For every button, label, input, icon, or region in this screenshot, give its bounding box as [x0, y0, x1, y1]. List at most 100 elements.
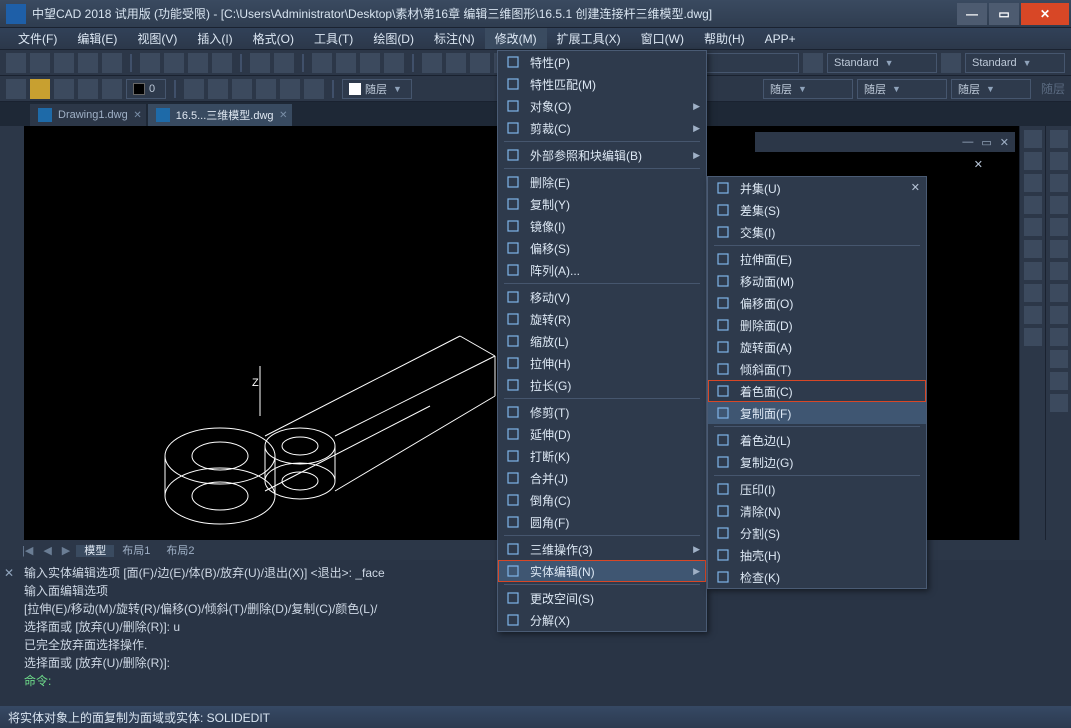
cut-icon[interactable] [140, 53, 160, 73]
rb11-icon[interactable] [1050, 350, 1068, 368]
menu-item[interactable]: 三维操作(3)▶ [498, 538, 706, 560]
menu-item[interactable]: 倒角(C) [498, 489, 706, 511]
menu-item[interactable]: 延伸(D) [498, 423, 706, 445]
palette-min-icon[interactable]: — [962, 136, 973, 148]
palette-close-icon[interactable]: ✕ [1000, 136, 1009, 149]
dim-icon[interactable] [803, 53, 823, 73]
close-button[interactable]: ✕ [1021, 3, 1069, 25]
redo-icon[interactable] [274, 53, 294, 73]
plotstyle-combo[interactable]: 随层▼ [951, 79, 1031, 99]
layerlock-icon[interactable] [78, 79, 98, 99]
menu-item[interactable]: 删除(E) [498, 171, 706, 193]
menu-item[interactable]: 并集(U) [708, 177, 926, 199]
layer0-combo[interactable]: 0 [126, 79, 166, 99]
zoom-icon[interactable] [336, 53, 356, 73]
ly5-icon[interactable] [280, 79, 300, 99]
menu-item[interactable]: 着色边(L) [708, 429, 926, 451]
rt4-icon[interactable] [1024, 196, 1042, 214]
menu-item[interactable]: 复制边(G) [708, 451, 926, 473]
menu-item[interactable]: 分割(S) [708, 522, 926, 544]
rb7-icon[interactable] [1050, 262, 1068, 280]
menu-item[interactable]: 倾斜面(T) [708, 358, 926, 380]
menu-item[interactable]: 对象(O)▶ [498, 95, 706, 117]
menu-格式(O)[interactable]: 格式(O) [243, 28, 304, 49]
paste-icon[interactable] [188, 53, 208, 73]
menu-item[interactable]: 抽壳(H) [708, 544, 926, 566]
rb13-icon[interactable] [1050, 394, 1068, 412]
menu-绘图(D)[interactable]: 绘图(D) [363, 28, 424, 49]
menu-item[interactable]: 检查(K) [708, 566, 926, 588]
menu-item[interactable]: 旋转(R) [498, 308, 706, 330]
menu-item[interactable]: 复制面(F) [708, 402, 926, 424]
lweight-combo[interactable]: 随层▼ [857, 79, 947, 99]
rb2-icon[interactable] [1050, 152, 1068, 170]
open-icon[interactable] [30, 53, 50, 73]
rt5-icon[interactable] [1024, 218, 1042, 236]
textstyle-combo[interactable]: Standard▼ [827, 53, 937, 73]
matchprop-icon[interactable] [212, 53, 232, 73]
palette-max-icon[interactable]: ▭ [981, 136, 991, 149]
rb12-icon[interactable] [1050, 372, 1068, 390]
rt1-icon[interactable] [1024, 130, 1042, 148]
menu-item[interactable]: 外部参照和块编辑(B)▶ [498, 144, 706, 166]
color-combo[interactable]: 随层▼ [342, 79, 412, 99]
rb6-icon[interactable] [1050, 240, 1068, 258]
menu-工具(T)[interactable]: 工具(T) [304, 28, 363, 49]
preview-icon[interactable] [102, 53, 122, 73]
undo-icon[interactable] [250, 53, 270, 73]
tab-prev-icon[interactable]: ◀ [39, 544, 55, 557]
menu-item[interactable]: 移动面(M) [708, 270, 926, 292]
maximize-button[interactable]: ▭ [989, 3, 1019, 25]
ly3-icon[interactable] [232, 79, 252, 99]
doc-tab[interactable]: Drawing1.dwg✕ [30, 104, 146, 126]
copy-icon[interactable] [164, 53, 184, 73]
rt8-icon[interactable] [1024, 284, 1042, 302]
rt6-icon[interactable] [1024, 240, 1042, 258]
menu-item[interactable]: 剪裁(C)▶ [498, 117, 706, 139]
menu-item[interactable]: 特性匹配(M) [498, 73, 706, 95]
menu-修改(M)[interactable]: 修改(M) [485, 28, 547, 49]
ly1-icon[interactable] [184, 79, 204, 99]
rb5-icon[interactable] [1050, 218, 1068, 236]
misc2-icon[interactable] [446, 53, 466, 73]
menu-item[interactable]: 压印(I) [708, 478, 926, 500]
menu-文件(F)[interactable]: 文件(F) [8, 28, 67, 49]
rb3-icon[interactable] [1050, 174, 1068, 192]
drawing-canvas[interactable]: Z [100, 326, 500, 589]
tab-next-icon[interactable]: ▶ [58, 544, 74, 557]
menu-帮助(H)[interactable]: 帮助(H) [694, 28, 755, 49]
rb1-icon[interactable] [1050, 130, 1068, 148]
tab-close-icon[interactable]: ✕ [133, 110, 141, 121]
menu-item[interactable]: 缩放(L) [498, 330, 706, 352]
tablestyle-combo[interactable]: Standard▼ [965, 53, 1065, 73]
zoomext-icon[interactable] [384, 53, 404, 73]
menu-APP+[interactable]: APP+ [755, 28, 806, 49]
cmd-close-icon[interactable]: ✕ [4, 564, 14, 582]
palette-x-icon[interactable]: ✕ [974, 158, 983, 171]
rt10-icon[interactable] [1024, 328, 1042, 346]
menu-item[interactable]: 着色面(C) [708, 380, 926, 402]
tab-close-icon[interactable]: ✕ [279, 110, 287, 121]
zoomwin-icon[interactable] [360, 53, 380, 73]
menu-item[interactable]: 圆角(F) [498, 511, 706, 533]
menu-item[interactable]: 拉伸(H) [498, 352, 706, 374]
rb8-icon[interactable] [1050, 284, 1068, 302]
menu-item[interactable]: 打断(K) [498, 445, 706, 467]
pan-icon[interactable] [312, 53, 332, 73]
rt2-icon[interactable] [1024, 152, 1042, 170]
misc3-icon[interactable] [470, 53, 490, 73]
menu-item[interactable]: 差集(S) [708, 199, 926, 221]
menu-item[interactable]: 交集(I) [708, 221, 926, 243]
menu-扩展工具(X)[interactable]: 扩展工具(X) [547, 28, 631, 49]
rb9-icon[interactable] [1050, 306, 1068, 324]
minimize-button[interactable]: — [957, 3, 987, 25]
menu-标注(N)[interactable]: 标注(N) [424, 28, 485, 49]
ly2-icon[interactable] [208, 79, 228, 99]
menu-item[interactable]: 特性(P) [498, 51, 706, 73]
menu-插入(I)[interactable]: 插入(I) [187, 28, 242, 49]
menu-item[interactable]: 移动(V) [498, 286, 706, 308]
menu-item[interactable]: 修剪(T) [498, 401, 706, 423]
style-icon[interactable] [941, 53, 961, 73]
misc1-icon[interactable] [422, 53, 442, 73]
menu-item[interactable]: 删除面(D) [708, 314, 926, 336]
